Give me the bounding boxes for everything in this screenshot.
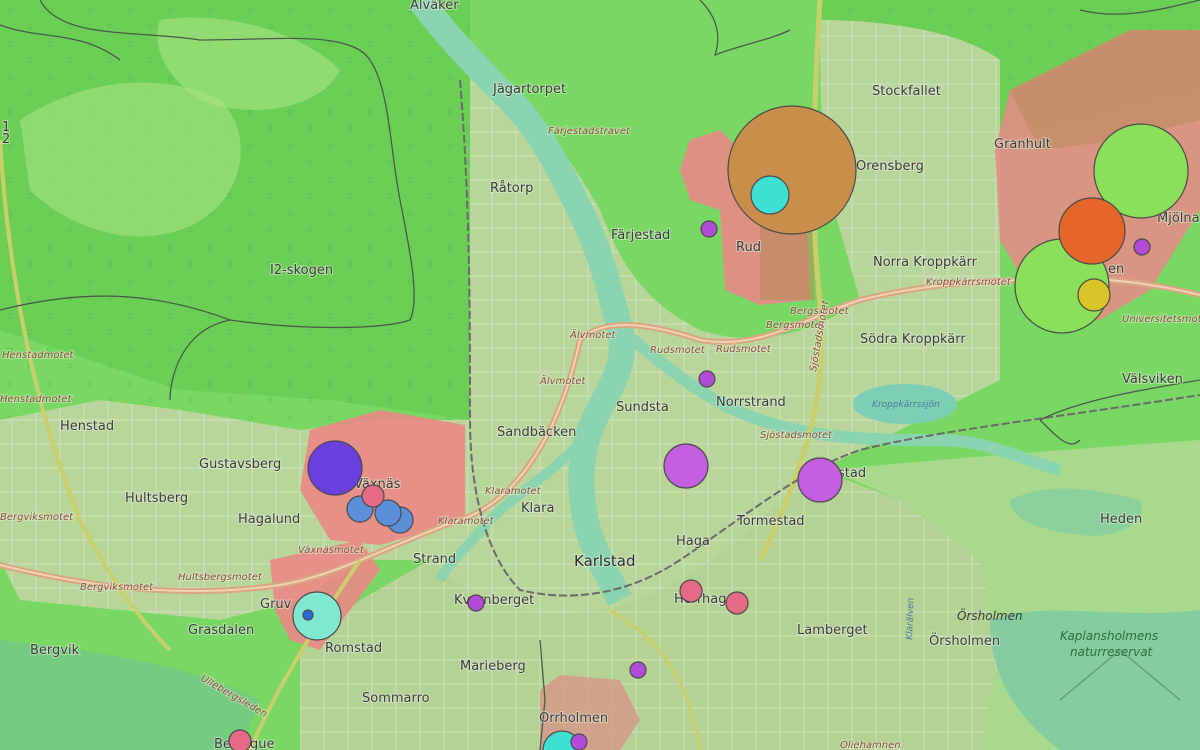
marker-gustavsberg[interactable] (307, 440, 363, 496)
road-label-vaxnasmotet: Växnäsmotet (298, 545, 365, 556)
label-sundsta: Sundsta (616, 400, 669, 415)
label-orsholmen: Örsholmen (929, 632, 1000, 649)
edge-label-2: 2 (2, 132, 10, 147)
marker-mjolnar-purple[interactable] (1133, 238, 1151, 256)
label-henstad: Henstad (60, 419, 114, 434)
label-orensberg: Orensberg (856, 159, 924, 174)
road-label-hultsbergsmotet: Hultsbergsmotet (178, 572, 263, 583)
road-label-bergviksmotet: Bergviksmotet (0, 512, 74, 523)
label-ratorp: Råtorp (490, 181, 533, 196)
marker-gruvlyckan[interactable] (292, 591, 342, 641)
label-farjestad: Färjestad (611, 228, 670, 243)
road-label-oliehamnen: Oliehamnen (840, 740, 901, 750)
label-sommarro: Sommarro (362, 691, 430, 706)
nature-reserve-label-line1: Kaplansholmens (1060, 629, 1158, 643)
label-kvarnberget: Kvarnberget (454, 593, 534, 608)
label-orrholmen: Orrholmen (539, 711, 608, 726)
label-orsholmen-italic: Örsholmen (957, 607, 1023, 623)
map-svg[interactable]: Alväker Jägartorpet Stockfallet Granhult… (0, 0, 1200, 750)
label-mjolnar: Mjölna (1157, 211, 1200, 226)
label-i2-skogen: I2-skogen (270, 263, 333, 278)
label-heden-partial: en (1108, 262, 1124, 277)
road-label-farjestadstravet: Färjestadstravet (548, 126, 631, 137)
road-label-rudsmotet-2: Rudsmotet (716, 344, 772, 355)
road-label-klaramotet: Klaramotet (485, 486, 542, 497)
marker-orrholmen-purple[interactable] (570, 733, 588, 750)
road-label-rudsmotet: Rudsmotet (650, 345, 706, 356)
road-label-alvmotet-2: Älvmotet (539, 374, 586, 387)
marker-marieberg[interactable] (629, 661, 647, 679)
marker-vaxnas-pink[interactable] (361, 484, 385, 508)
label-norra-kroppkarr: Norra Kroppkärr (873, 255, 978, 270)
label-sandbacken: Sandbäcken (497, 425, 576, 440)
water-label-klaralven: Klarälven (905, 597, 916, 640)
road-label-universitetsmotet: Universitetsmot (1122, 314, 1200, 325)
label-rud: Rud (736, 240, 761, 255)
road-label-sjostadsmotet-2: Sjöstadsmotet (760, 430, 833, 441)
label-strand: Strand (413, 552, 456, 567)
road-label-alvmotet: Älvmotet (569, 328, 616, 341)
label-bergvik: Bergvik (30, 643, 80, 658)
label-gustavsberg: Gustavsberg (199, 457, 281, 472)
label-hultsberg: Hultsberg (125, 491, 188, 506)
label-grasdalen: Grasdalen (188, 623, 254, 638)
label-valsviken: Välsviken (1122, 372, 1183, 387)
label-lamberget: Lamberget (797, 623, 868, 638)
marker-hedenstad-orange[interactable] (1058, 197, 1126, 265)
label-gruvl: Gruv (260, 597, 292, 612)
marker-rud-large[interactable] (727, 105, 857, 235)
label-heden: Heden (1100, 512, 1142, 527)
marker-farjestad[interactable] (700, 220, 718, 238)
label-jagartorpet: Jägartorpet (492, 82, 566, 97)
marker-herrhagen-1[interactable] (679, 579, 703, 603)
nature-reserve-label-line2: naturreservat (1070, 645, 1154, 659)
label-marieberg: Marieberg (460, 659, 526, 674)
label-bergvik-partial: Be (214, 737, 231, 750)
road-label-henstadmotet-2: Henstadmotet (0, 394, 73, 405)
marker-gruvlyckan-inner[interactable] (302, 609, 314, 621)
marker-kvarnberget[interactable] (467, 594, 485, 612)
label-tormestad: Tormestad (736, 514, 805, 529)
label-haga: Haga (676, 534, 710, 549)
marker-bergvik-pink[interactable] (228, 729, 252, 750)
marker-sundsta[interactable] (663, 443, 709, 489)
road-label-klaramotet-2: Klaramotet (438, 516, 495, 527)
label-bergvik-partial2: gue (250, 737, 275, 750)
map-canvas[interactable]: Alväker Jägartorpet Stockfallet Granhult… (0, 0, 1200, 750)
label-hagalund: Hagalund (238, 512, 300, 527)
label-stockfallet: Stockfallet (872, 84, 941, 99)
label-karlstad: Karlstad (574, 552, 636, 570)
label-granhult: Granhult (994, 137, 1051, 152)
water-label-kroppkarrssjon: Kroppkärrssjön (872, 400, 940, 410)
marker-tingvalla[interactable] (797, 457, 843, 503)
label-klara: Klara (521, 501, 554, 516)
road-label-bergviksmotet-2: Bergviksmotet (80, 582, 154, 593)
label-alvaker: Alväker (410, 0, 459, 13)
marker-rud-cyan[interactable] (750, 175, 790, 215)
road-label-kroppkarrsmotet: Kroppkärrsmotet (926, 277, 1012, 288)
road-label-henstadmotet: Henstadmotet (2, 350, 75, 361)
marker-herrhagen-2[interactable] (725, 591, 749, 615)
marker-hedenstad-yellow[interactable] (1077, 278, 1111, 312)
marker-rudsmotet[interactable] (698, 370, 716, 388)
label-sodra-kroppkarr: Södra Kroppkärr (860, 332, 966, 347)
label-norrstrand: Norrstrand (716, 395, 786, 410)
label-romstad: Romstad (325, 641, 382, 656)
